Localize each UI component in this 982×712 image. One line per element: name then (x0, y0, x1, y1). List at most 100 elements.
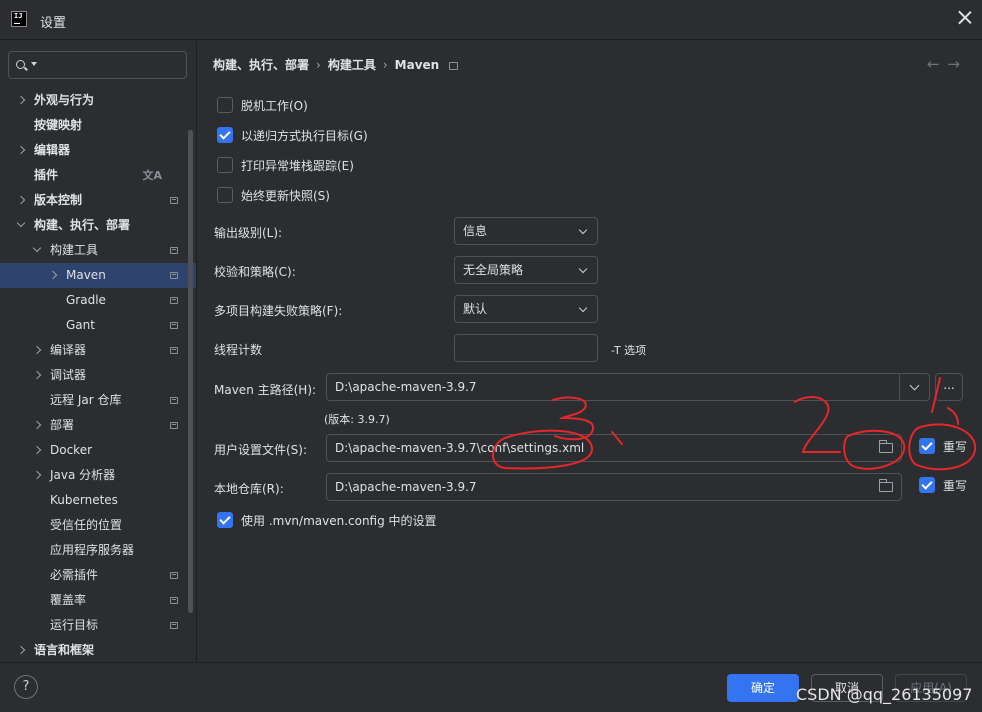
project-icon (170, 197, 178, 204)
folder-icon[interactable] (879, 479, 893, 492)
local-repo-input[interactable]: D:\apache-maven-3.9.7 (326, 473, 902, 501)
checkbox-box[interactable] (217, 512, 233, 528)
sidebar-item[interactable]: Docker (0, 438, 196, 463)
checkbox-box[interactable] (919, 477, 935, 493)
back-arrow-icon[interactable]: ← (927, 55, 948, 73)
chevron-down-icon[interactable] (899, 374, 929, 400)
checkbox-box[interactable] (217, 187, 233, 203)
folder-icon[interactable] (879, 440, 893, 453)
breadcrumb-separator: › (316, 58, 321, 72)
sidebar-item[interactable]: 构建工具 (0, 238, 196, 263)
chevron-right-icon[interactable] (32, 470, 42, 480)
chevron-down-icon[interactable] (31, 62, 37, 66)
settings-tree: 外观与行为按键映射 编辑器 插件 文A 版本控制 构建、执行、部署构建工具 Maven Gra… (0, 88, 196, 662)
sidebar-item[interactable]: 按键映射 (0, 113, 196, 138)
sidebar-item[interactable]: 编辑器 (0, 138, 196, 163)
chevron-right-icon[interactable] (48, 270, 58, 280)
chevron-down-icon (578, 264, 588, 274)
thread-count-hint: -T 选项 (611, 344, 647, 357)
sidebar-item-label: 远程 Jar 仓库 (50, 393, 122, 407)
sidebar-item[interactable]: 版本控制 (0, 188, 196, 213)
browse-maven-home-button[interactable]: ... (935, 373, 963, 401)
breadcrumb-item[interactable]: 构建工具 (328, 58, 376, 72)
chevron-right-icon[interactable] (16, 195, 26, 205)
sidebar-item[interactable]: Java 分析器 (0, 463, 196, 488)
sidebar-item-label: 应用程序服务器 (50, 543, 135, 557)
checkbox-box[interactable] (919, 438, 935, 454)
sidebar-item[interactable]: Kubernetes (0, 488, 196, 513)
chevron-down-icon[interactable] (16, 218, 26, 228)
sidebar-item[interactable]: 受信任的位置 (0, 513, 196, 538)
sidebar-item-label: 外观与行为 (34, 93, 95, 107)
project-icon (170, 272, 178, 279)
user-settings-override-checkbox[interactable]: 重写 (919, 438, 967, 458)
sidebar-item-label: 覆盖率 (50, 593, 87, 607)
forward-arrow-icon[interactable]: → (947, 55, 968, 73)
select-value: 无全局策略 (463, 263, 524, 277)
sidebar-item-label: 构建工具 (50, 243, 99, 257)
sidebar-item[interactable]: Gradle (0, 288, 196, 313)
maven-home-label: Maven 主路径(H): (214, 383, 317, 397)
sidebar-item[interactable]: 构建、执行、部署 (0, 213, 196, 238)
sidebar-item[interactable]: 必需插件 (0, 563, 196, 588)
output-level-select[interactable]: 信息 (454, 217, 598, 245)
apply-button[interactable]: 应用(A) (895, 674, 967, 702)
sidebar-item[interactable]: 覆盖率 (0, 588, 196, 613)
checkbox-label: 重写 (943, 440, 968, 454)
sidebar-item-label: Maven (66, 268, 106, 282)
local-repo-label: 本地仓库(R): (214, 482, 284, 496)
offline-checkbox[interactable]: 脱机工作(O) (217, 97, 308, 117)
search-input[interactable] (8, 51, 187, 79)
chevron-right-icon[interactable] (32, 370, 42, 380)
input-value: D:\apache-maven-3.9.7 (335, 380, 477, 394)
settings-sidebar: 外观与行为按键映射 编辑器 插件 文A 版本控制 构建、执行、部署构建工具 Maven Gra… (0, 41, 196, 662)
sidebar-item[interactable]: Gant (0, 313, 196, 338)
checkbox-box[interactable] (217, 157, 233, 173)
sidebar-item[interactable]: 编译器 (0, 338, 196, 363)
project-icon (170, 597, 178, 604)
sidebar-item-label: 语言和框架 (34, 643, 95, 657)
sidebar-item-label: Gradle (66, 293, 106, 307)
chevron-right-icon[interactable] (32, 420, 42, 430)
local-repo-override-checkbox[interactable]: 重写 (919, 477, 967, 497)
checkbox-label: 重写 (943, 479, 968, 493)
user-settings-input[interactable]: D:\apache-maven-3.9.7\conf\settings.xml (326, 434, 902, 462)
sidebar-item[interactable]: 语言和框架 (0, 638, 196, 662)
chevron-right-icon[interactable] (32, 345, 42, 355)
checkbox-box[interactable] (217, 127, 233, 143)
cancel-button[interactable]: 取消 (811, 674, 883, 702)
checkbox-label: 使用 .mvn/maven.config 中的设置 (241, 514, 437, 528)
sidebar-item[interactable]: 外观与行为 (0, 88, 196, 113)
sidebar-scrollbar[interactable] (188, 130, 193, 613)
sidebar-item[interactable]: Maven (0, 263, 196, 288)
chevron-down-icon[interactable] (32, 243, 42, 253)
multiproject-fail-select[interactable]: 默认 (454, 295, 598, 323)
help-button[interactable]: ? (14, 675, 38, 699)
print-stack-checkbox[interactable]: 打印异常堆栈跟踪(E) (217, 157, 354, 177)
chevron-right-icon[interactable] (16, 145, 26, 155)
always-update-checkbox[interactable]: 始终更新快照(S) (217, 187, 330, 207)
breadcrumb-item[interactable]: 构建、执行、部署 (213, 58, 309, 72)
checksum-policy-select[interactable]: 无全局策略 (454, 256, 598, 284)
chevron-right-icon[interactable] (16, 95, 26, 105)
sidebar-item[interactable]: 调试器 (0, 363, 196, 388)
project-icon (170, 622, 178, 629)
checkbox-box[interactable] (217, 97, 233, 113)
thread-count-input[interactable] (454, 334, 598, 362)
close-icon[interactable] (958, 10, 972, 24)
sidebar-item-label: 插件 (34, 168, 59, 182)
sidebar-item[interactable]: 部署 (0, 413, 196, 438)
maven-version-text: (版本: 3.9.7) (324, 413, 390, 426)
sidebar-item[interactable]: 远程 Jar 仓库 (0, 388, 196, 413)
sidebar-item-label: Java 分析器 (50, 468, 116, 482)
chevron-right-icon[interactable] (16, 645, 26, 655)
chevron-right-icon[interactable] (32, 445, 42, 455)
project-icon (170, 572, 178, 579)
ok-button[interactable]: 确定 (727, 674, 799, 702)
recursive-checkbox[interactable]: 以递归方式执行目标(G) (217, 127, 368, 147)
sidebar-item[interactable]: 运行目标 (0, 613, 196, 638)
use-mvn-config-checkbox[interactable]: 使用 .mvn/maven.config 中的设置 (217, 512, 437, 532)
maven-home-input[interactable]: D:\apache-maven-3.9.7 (326, 373, 930, 401)
sidebar-item[interactable]: 应用程序服务器 (0, 538, 196, 563)
sidebar-item[interactable]: 插件 文A (0, 163, 196, 188)
